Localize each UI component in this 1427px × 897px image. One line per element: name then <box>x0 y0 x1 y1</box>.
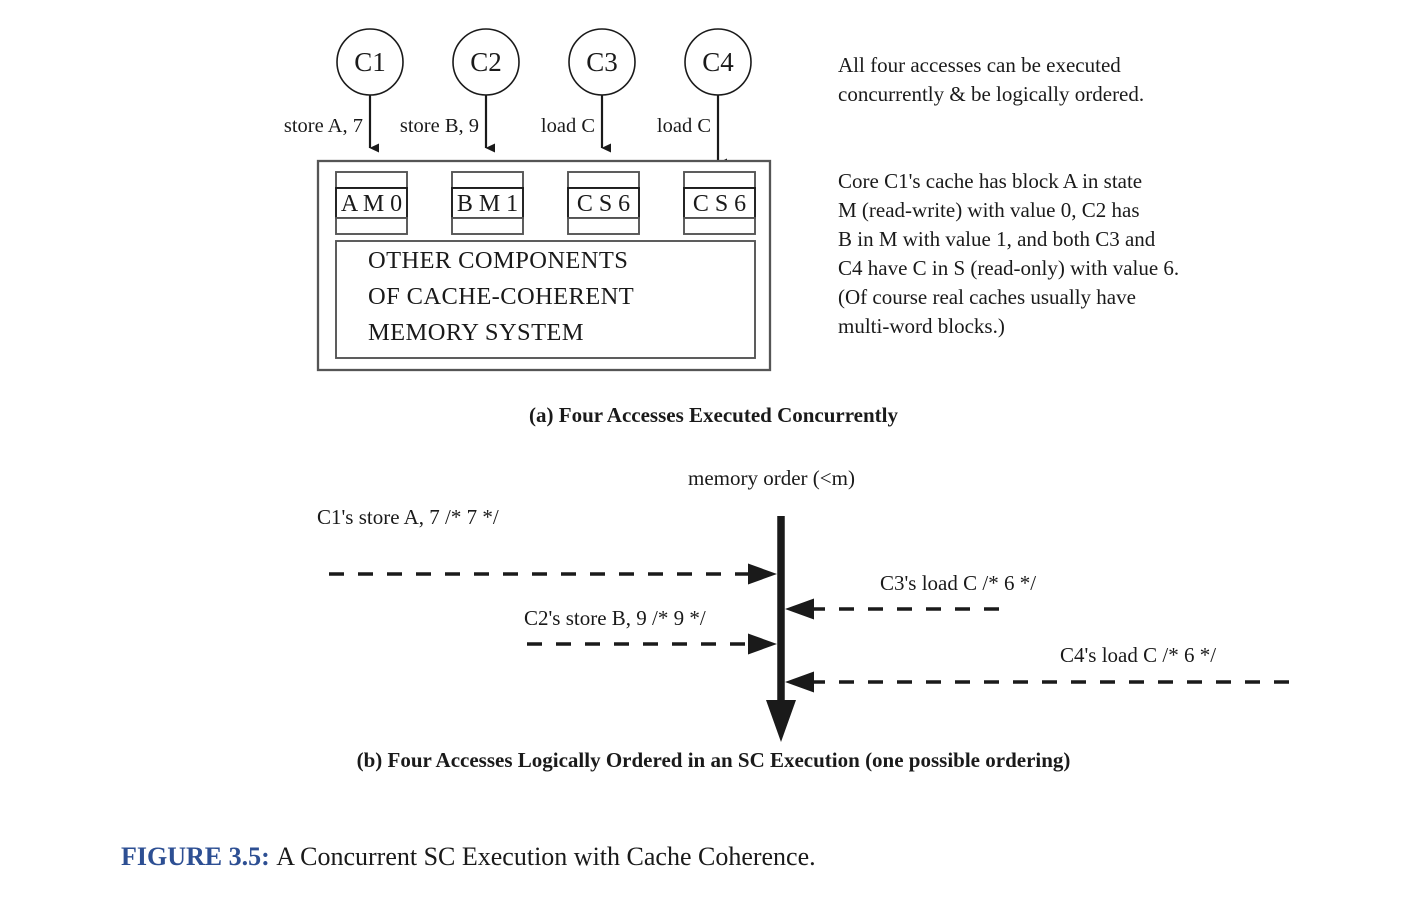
op-label-c1-store: C1's store A, 7 /* 7 */ <box>317 505 499 529</box>
figure-number-label: FIGURE 3.5: <box>121 842 270 871</box>
operation-arrows-group <box>329 563 1293 693</box>
op-label-c2-store: C2's store B, 9 /* 9 */ <box>524 606 706 630</box>
access-label-c4: load C <box>656 115 711 137</box>
memory-order-axis-arrowhead <box>766 700 796 742</box>
memory-system-line-3: MEMORY SYSTEM <box>368 319 584 346</box>
memory-order-axis <box>766 516 796 742</box>
annotation-p2-line-1: Core C1's cache has block A in state <box>838 169 1143 193</box>
op-arrow-c4-load <box>785 671 1293 693</box>
figure-container: C1 C2 C3 C4 store A, 7 store B, 9 load C… <box>0 0 1427 897</box>
cache-content-c4: C S 6 <box>692 191 747 217</box>
annotation-p1-line-2: concurrently & be logically ordered. <box>838 82 1145 106</box>
cache-content-c1: A M 0 <box>340 191 403 217</box>
annotation-p2-line-3: B in M with value 1, and both C3 and <box>838 227 1156 251</box>
core-label-c2: C2 <box>470 47 502 77</box>
memory-order-title: memory order (<m) <box>688 466 855 490</box>
op-arrow-c1-store <box>329 563 777 585</box>
annotation-p1-line-1: All four accesses can be executed <box>838 53 1121 77</box>
memory-system-line-1: OTHER COMPONENTS <box>368 247 629 274</box>
core-label-c1: C1 <box>354 47 386 77</box>
op-arrow-c2-store <box>527 633 777 655</box>
cache-content-c2: B M 1 <box>456 191 519 217</box>
annotation-p2-line-4: C4 have C in S (read-only) with value 6. <box>838 256 1180 280</box>
figure-description: A Concurrent SC Execution with Cache Coh… <box>276 842 816 871</box>
cache-content-c3: C S 6 <box>576 191 631 217</box>
core-label-c3: C3 <box>586 47 618 77</box>
memory-system-line-2: OF CACHE-COHERENT <box>368 283 635 310</box>
annotation-p2-line-6: multi-word blocks.) <box>838 314 1005 338</box>
op-label-c3-load: C3's load C /* 6 */ <box>880 571 1037 595</box>
figure-caption: FIGURE 3.5: A Concurrent SC Execution wi… <box>95 818 816 896</box>
annotation-p2-line-5: (Of course real caches usually have <box>838 285 1136 309</box>
core-label-c4: C4 <box>702 47 734 77</box>
op-arrow-c3-load <box>785 598 1013 620</box>
panel-a-caption: (a) Four Accesses Executed Concurrently <box>529 403 898 427</box>
op-label-c4-load: C4's load C /* 6 */ <box>1060 643 1217 667</box>
annotation-p2-line-2: M (read-write) with value 0, C2 has <box>838 198 1140 222</box>
panel-b-caption: (b) Four Accesses Logically Ordered in a… <box>356 748 1071 772</box>
